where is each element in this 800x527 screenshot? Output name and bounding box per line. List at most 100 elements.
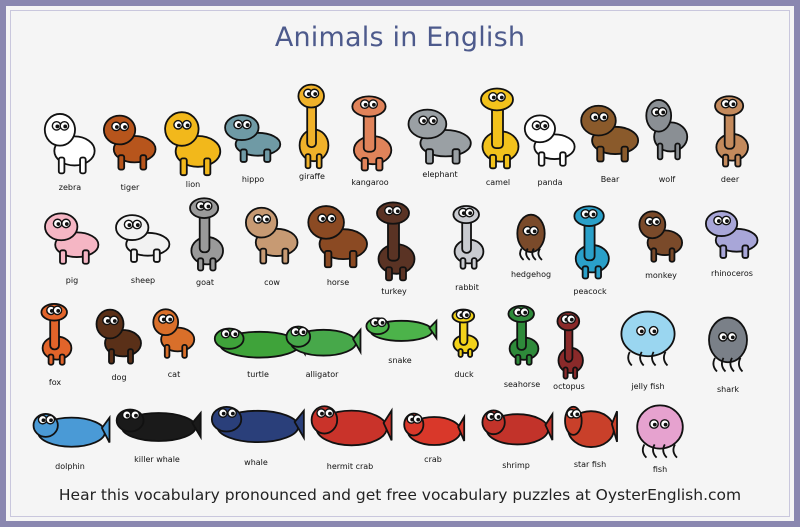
alligator-icon <box>285 325 362 357</box>
rhinoceros-icon <box>704 210 759 259</box>
snake-icon <box>365 317 438 342</box>
label-deer: deer <box>720 175 740 184</box>
animal-fox <box>35 302 75 366</box>
label-zebra: zebra <box>58 183 82 192</box>
hedgehog-icon <box>516 213 546 261</box>
animal-dolphin <box>32 402 111 454</box>
shrimp-icon <box>481 409 554 446</box>
animal-hippo <box>222 112 284 164</box>
animal-duck <box>447 308 481 358</box>
animal-rhinoceros <box>703 208 761 260</box>
pig-icon <box>44 212 100 265</box>
animal-jelly-fish <box>613 306 683 368</box>
label-star-fish: star fish <box>573 460 607 469</box>
hippo-icon <box>224 114 282 163</box>
panda-icon <box>523 114 576 167</box>
animal-snake <box>365 310 438 346</box>
cow-icon <box>244 206 299 265</box>
wolf-icon <box>645 99 689 161</box>
giraffe-icon <box>297 83 330 170</box>
animal-star-fish <box>564 392 618 456</box>
animal-shrimp <box>481 398 554 452</box>
animal-cat <box>151 306 197 360</box>
label-camel: camel <box>485 178 511 187</box>
animal-lion <box>162 108 224 178</box>
animal-bear <box>578 102 642 164</box>
label-jelly-fish: jelly fish <box>631 382 665 391</box>
animal-giraffe <box>292 82 332 170</box>
animal-horse <box>305 202 371 270</box>
label-seahorse: seahorse <box>503 380 541 389</box>
label-lion: lion <box>185 180 201 189</box>
animal-pig <box>42 210 102 266</box>
label-cat: cat <box>167 370 181 379</box>
footer-text: Hear this vocabulary pronounced and get … <box>58 486 742 504</box>
animal-seahorse <box>502 304 542 366</box>
label-dolphin: dolphin <box>55 462 85 471</box>
octopus-icon <box>556 311 584 380</box>
label-wolf: wolf <box>658 175 676 184</box>
bear-icon <box>580 104 640 163</box>
animal-crab <box>403 402 466 452</box>
peacock-icon <box>573 205 610 280</box>
label-shark: shark <box>716 385 740 394</box>
animal-sheep <box>113 212 173 264</box>
animal-elephant <box>405 106 475 166</box>
label-hermit-crab: hermit crab <box>326 462 374 471</box>
label-hippo: hippo <box>241 175 265 184</box>
animal-deer <box>708 94 752 168</box>
label-fox: fox <box>48 378 62 387</box>
label-bear: Bear <box>600 175 620 184</box>
animal-zebra <box>42 110 98 176</box>
label-hedgehog: hedgehog <box>510 270 552 279</box>
animal-turkey <box>369 200 419 282</box>
animal-shark <box>703 312 753 374</box>
duck-icon <box>451 308 479 358</box>
animal-wolf <box>644 96 690 162</box>
seahorse-icon <box>507 304 540 366</box>
fish-icon <box>636 404 684 459</box>
animal-hermit-crab <box>310 392 393 454</box>
shark-icon <box>708 316 748 373</box>
dog-icon <box>95 308 142 365</box>
label-horse: horse <box>326 278 350 287</box>
label-kangaroo: kangaroo <box>351 178 389 187</box>
zebra-icon <box>43 113 96 175</box>
animal-camel <box>473 86 523 170</box>
label-monkey: monkey <box>645 271 677 280</box>
animal-tiger <box>101 112 159 172</box>
label-whale: whale <box>244 458 268 467</box>
label-fish: fish <box>652 465 668 474</box>
deer-icon <box>714 95 749 168</box>
animal-whale <box>210 394 305 450</box>
label-elephant: elephant <box>422 170 458 179</box>
tiger-icon <box>102 114 157 171</box>
label-snake: snake <box>388 356 412 365</box>
label-sheep: sheep <box>130 276 156 285</box>
animal-dog <box>94 306 144 366</box>
label-panda: panda <box>537 178 563 187</box>
rabbit-icon <box>452 205 485 270</box>
lion-icon <box>164 111 222 177</box>
label-rhinoceros: rhinoceros <box>711 269 753 278</box>
label-killer-whale: killer whale <box>134 455 180 464</box>
animal-panda <box>522 112 578 168</box>
elephant-icon <box>407 108 472 165</box>
jelly-fish-icon <box>620 310 676 367</box>
label-peacock: peacock <box>573 287 607 296</box>
animal-killer-whale <box>115 398 202 448</box>
label-duck: duck <box>454 370 474 379</box>
label-shrimp: shrimp <box>502 461 530 470</box>
label-cow: cow <box>264 278 280 287</box>
label-turkey: turkey <box>381 287 407 296</box>
cat-icon <box>152 308 196 359</box>
animal-alligator <box>285 316 362 362</box>
animal-monkey <box>637 208 685 264</box>
label-pig: pig <box>65 276 79 285</box>
animal-rabbit <box>447 204 487 270</box>
animal-peacock <box>567 204 613 280</box>
animal-fish <box>630 400 690 460</box>
animal-kangaroo <box>344 94 396 172</box>
label-dog: dog <box>111 373 127 382</box>
dolphin-icon <box>32 413 111 448</box>
